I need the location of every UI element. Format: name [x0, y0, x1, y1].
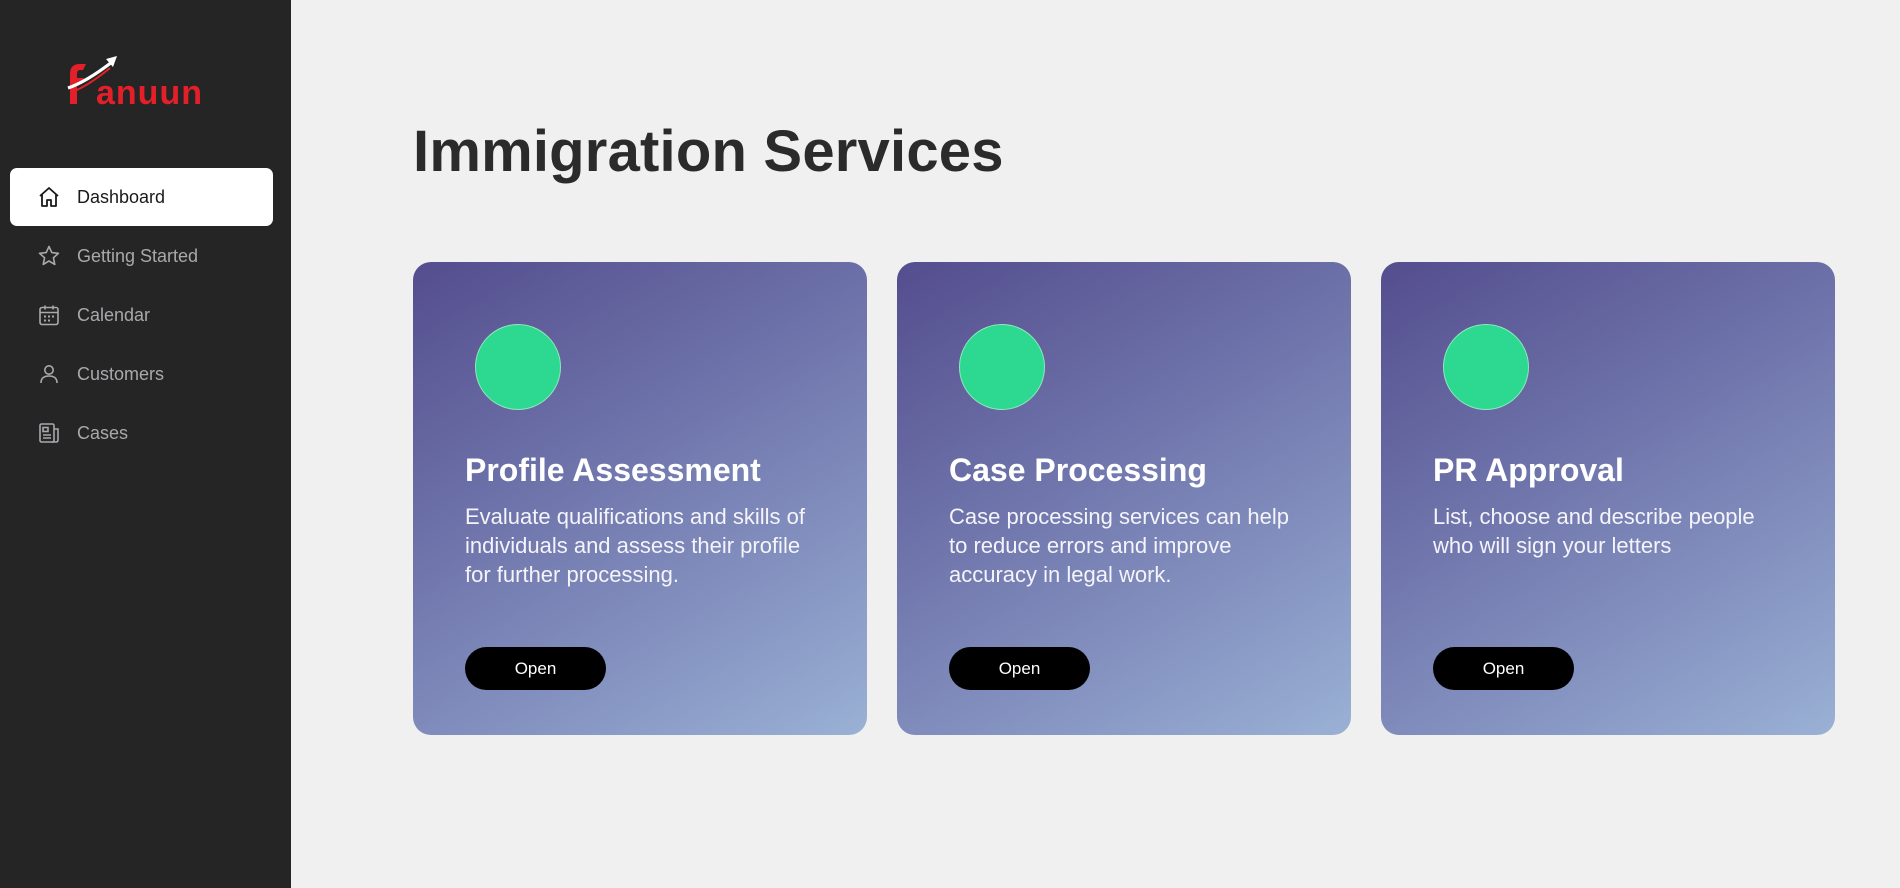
main-content: Immigration Services Profile Assessment …: [291, 0, 1900, 888]
sidebar-item-label: Calendar: [77, 304, 151, 325]
sidebar-item-label: Customers: [77, 363, 165, 384]
card-title: PR Approval: [1433, 452, 1624, 488]
service-card-profile-assessment: Profile Assessment Evaluate qualificatio…: [413, 262, 867, 735]
sidebar-item-customers[interactable]: Customers: [10, 345, 273, 403]
service-card-case-processing: Case Processing Case processing services…: [897, 262, 1351, 735]
sidebar: anuun Dashboard Getting Started Calendar…: [0, 0, 291, 888]
sidebar-item-calendar[interactable]: Calendar: [10, 286, 273, 344]
card-title: Profile Assessment: [465, 452, 761, 488]
document-icon: [36, 420, 62, 446]
open-button[interactable]: Open: [949, 647, 1090, 690]
card-title: Case Processing: [949, 452, 1207, 488]
card-circle-icon: [1443, 324, 1529, 410]
open-button[interactable]: Open: [465, 647, 606, 690]
sidebar-item-label: Dashboard: [77, 186, 166, 207]
sidebar-item-getting-started[interactable]: Getting Started: [10, 227, 273, 285]
sidebar-item-cases[interactable]: Cases: [10, 404, 273, 462]
sidebar-item-label: Getting Started: [77, 245, 199, 266]
page-title: Immigration Services: [413, 119, 1004, 184]
sidebar-item-label: Cases: [77, 422, 129, 443]
sidebar-nav: Dashboard Getting Started Calendar Custo…: [10, 168, 273, 463]
svg-text:anuun: anuun: [96, 74, 203, 112]
open-button[interactable]: Open: [1433, 647, 1574, 690]
card-description: Evaluate qualifications and skills of in…: [465, 504, 805, 587]
card-description: Case processing services can help to red…: [949, 504, 1289, 587]
user-icon: [36, 361, 62, 387]
home-icon: [36, 184, 62, 210]
service-card-pr-approval: PR Approval List, choose and describe pe…: [1381, 262, 1835, 735]
card-description: List, choose and describe people who wil…: [1433, 504, 1755, 558]
card-circle-icon: [475, 324, 561, 410]
star-icon: [36, 243, 62, 269]
calendar-icon: [36, 302, 62, 328]
sidebar-item-dashboard[interactable]: Dashboard: [10, 168, 273, 226]
card-circle-icon: [959, 324, 1045, 410]
fanuun-logo[interactable]: anuun: [66, 52, 216, 112]
